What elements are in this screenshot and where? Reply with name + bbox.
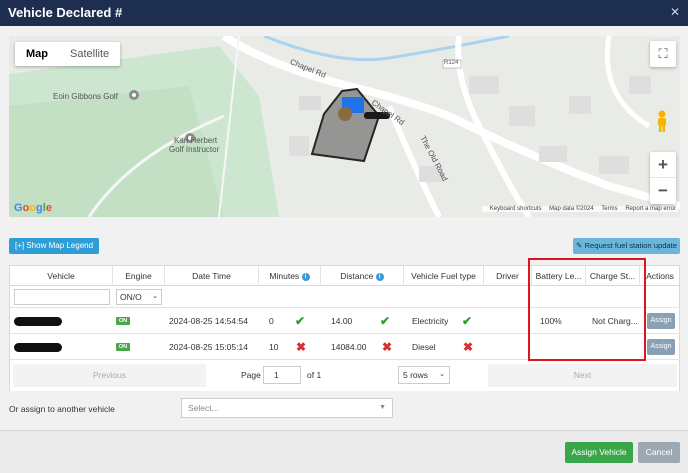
modal-footer: Assign Vehicle Cancel xyxy=(0,430,688,473)
page-total: of 1 xyxy=(307,370,322,380)
poi-label[interactable]: Karl Herbert xyxy=(174,136,217,145)
fullscreen-icon[interactable]: ⛶ xyxy=(650,41,676,67)
chevron-down-icon: ⌄ xyxy=(439,371,445,378)
show-map-legend-button[interactable]: [+] Show Map Legend xyxy=(9,238,100,254)
minutes-cell: 10 xyxy=(269,342,279,352)
chevron-down-icon: ⌄ xyxy=(152,293,158,300)
cross-icon: ✖ xyxy=(382,340,393,354)
datetime-cell: 2024-08-25 15:05:14 xyxy=(169,342,248,352)
engine-filter-select[interactable]: ON/O ⌄ xyxy=(116,289,162,305)
pegman-icon[interactable] xyxy=(650,110,674,134)
col-vehicle[interactable]: Vehicle xyxy=(10,266,113,286)
zoom-out-button[interactable]: − xyxy=(650,178,676,204)
col-distance[interactable]: Distance i xyxy=(321,266,404,286)
modal-header: Vehicle Declared # ✕ xyxy=(0,0,688,26)
check-icon: ✔ xyxy=(462,314,473,328)
map-attribution: Keyboard shortcuts Map data ©2024 Terms … xyxy=(481,206,678,212)
previous-page-button[interactable]: Previous xyxy=(13,364,206,387)
terms-link[interactable]: Terms xyxy=(601,206,617,212)
col-distance-label: Distance xyxy=(340,271,374,281)
map-view[interactable]: Eoin Gibbons Golf Karl Herbert Golf Inst… xyxy=(9,36,680,217)
engine-status-badge: ON xyxy=(116,343,130,351)
col-driver[interactable]: Driver xyxy=(484,266,532,286)
info-icon[interactable]: i xyxy=(375,272,384,281)
engine-status-badge: ON xyxy=(116,317,130,325)
check-icon: ✔ xyxy=(380,314,391,328)
pagination: Previous Page 1 of 1 5 rows ⌄ Next xyxy=(10,361,679,391)
vehicle-select-placeholder: Select... xyxy=(188,403,219,413)
road-badge: R124 xyxy=(444,60,459,66)
redacted-vehicle-name xyxy=(14,343,62,352)
zoom-in-button[interactable]: + xyxy=(650,152,676,178)
map-type-toggle: Map Satellite xyxy=(15,42,121,66)
page-number-input[interactable]: 1 xyxy=(263,366,301,384)
poi-label[interactable]: Eoin Gibbons Golf xyxy=(53,92,118,101)
close-icon[interactable]: ✕ xyxy=(670,5,680,19)
minutes-cell: 0 xyxy=(269,316,274,326)
keyboard-shortcuts-link[interactable]: Keyboard shortcuts xyxy=(490,206,542,212)
col-fuel-type[interactable]: Vehicle Fuel type xyxy=(404,266,484,286)
next-page-button[interactable]: Next xyxy=(488,364,677,387)
cancel-button[interactable]: Cancel xyxy=(638,442,680,463)
datetime-cell: 2024-08-25 14:54:54 xyxy=(169,316,248,326)
tab-map[interactable]: Map xyxy=(15,42,59,66)
info-icon[interactable]: i xyxy=(301,272,310,281)
map-data-text: Map data ©2024 xyxy=(549,206,594,212)
cross-icon: ✖ xyxy=(296,340,307,354)
assign-vehicle-button[interactable]: Assign Vehicle xyxy=(565,442,633,463)
col-datetime[interactable]: Date Time xyxy=(165,266,259,286)
fuel-cell: Electricity xyxy=(412,316,449,326)
col-actions: Actions xyxy=(646,271,674,281)
assign-button[interactable]: Assign xyxy=(647,313,675,329)
fuel-cell: Diesel xyxy=(412,342,436,352)
vehicle-select[interactable]: Select... ▼ xyxy=(181,398,393,418)
distance-cell: 14084.00 xyxy=(331,342,367,352)
cross-icon: ✖ xyxy=(463,340,474,354)
tab-satellite[interactable]: Satellite xyxy=(59,42,120,66)
rows-per-page-value: 5 rows xyxy=(403,370,429,380)
check-icon: ✔ xyxy=(295,314,306,328)
reassign-label: Or assign to another vehicle xyxy=(9,404,115,414)
redacted-vehicle-name xyxy=(14,317,62,326)
google-logo: Google xyxy=(14,202,52,214)
rows-per-page-select[interactable]: 5 rows ⌄ xyxy=(398,366,450,384)
request-fuel-update-button[interactable]: ✎ Request fuel station update xyxy=(573,238,680,254)
engine-filter-value: ON/O xyxy=(120,292,142,302)
zoom-control: + − xyxy=(650,152,676,204)
highlight-box xyxy=(528,258,646,361)
assign-button[interactable]: Assign xyxy=(647,339,675,355)
fuel-update-label: Request fuel station update xyxy=(584,241,677,250)
col-minutes-label: Minutes xyxy=(269,271,300,281)
vehicle-filter-input[interactable] xyxy=(14,289,110,305)
page-label: Page xyxy=(241,370,261,380)
poi-label[interactable]: Golf Instructor xyxy=(169,145,219,154)
modal-title: Vehicle Declared # xyxy=(8,5,123,20)
pencil-icon: ✎ xyxy=(576,241,583,250)
col-engine[interactable]: Engine xyxy=(113,266,165,286)
caret-down-icon: ▼ xyxy=(379,404,386,411)
col-minutes[interactable]: Minutes i xyxy=(259,266,321,286)
distance-cell: 14.00 xyxy=(331,316,353,326)
report-error-link[interactable]: Report a map error xyxy=(625,206,676,212)
